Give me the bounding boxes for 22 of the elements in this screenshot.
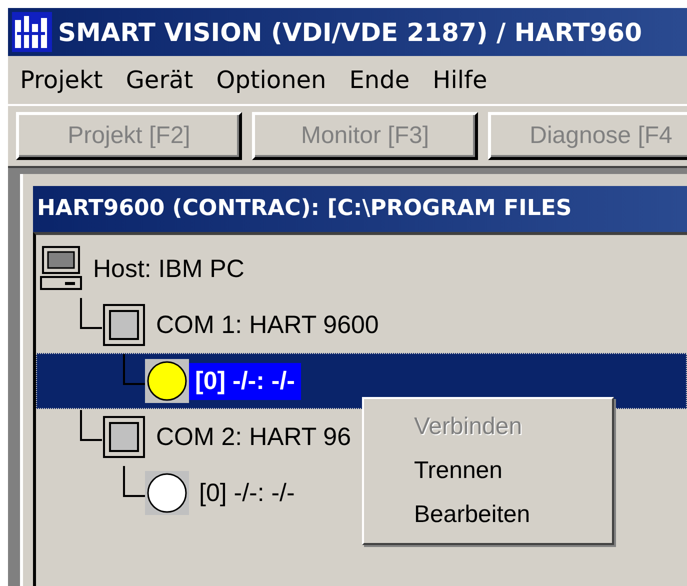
- square-icon: [102, 415, 146, 459]
- tree-line: [123, 466, 145, 497]
- context-menu-item[interactable]: Bearbeiten: [364, 501, 612, 529]
- tree-item[interactable]: COM 2: HART 96: [150, 418, 357, 456]
- tree-line: [80, 298, 102, 329]
- tree-item[interactable]: Host: IBM PC: [87, 250, 250, 288]
- tree-line: [80, 410, 102, 441]
- square-icon: [102, 303, 146, 347]
- menu-item[interactable]: Ende: [349, 66, 423, 94]
- menu-item[interactable]: Gerät: [126, 66, 206, 94]
- menu-item[interactable]: Optionen: [216, 66, 340, 94]
- tree-line: [123, 354, 145, 385]
- menu-item[interactable]: Projekt: [20, 66, 116, 94]
- menu-item[interactable]: Hilfe: [432, 66, 500, 94]
- tree-item[interactable]: [0] -/-: -/-: [193, 474, 301, 512]
- app-logo-icon: [12, 12, 52, 52]
- computer-icon: [39, 245, 83, 293]
- tree-item[interactable]: [0] -/-: -/-: [189, 362, 301, 400]
- window-title: SMART VISION (VDI/VDE 2187) / HART960: [58, 18, 642, 46]
- child-window-title: HART9600 (CONTRAC): [C:\PROGRAM FILES: [33, 186, 687, 232]
- tree-item[interactable]: COM 1: HART 9600: [150, 306, 385, 344]
- context-menu-item[interactable]: Trennen: [364, 457, 612, 485]
